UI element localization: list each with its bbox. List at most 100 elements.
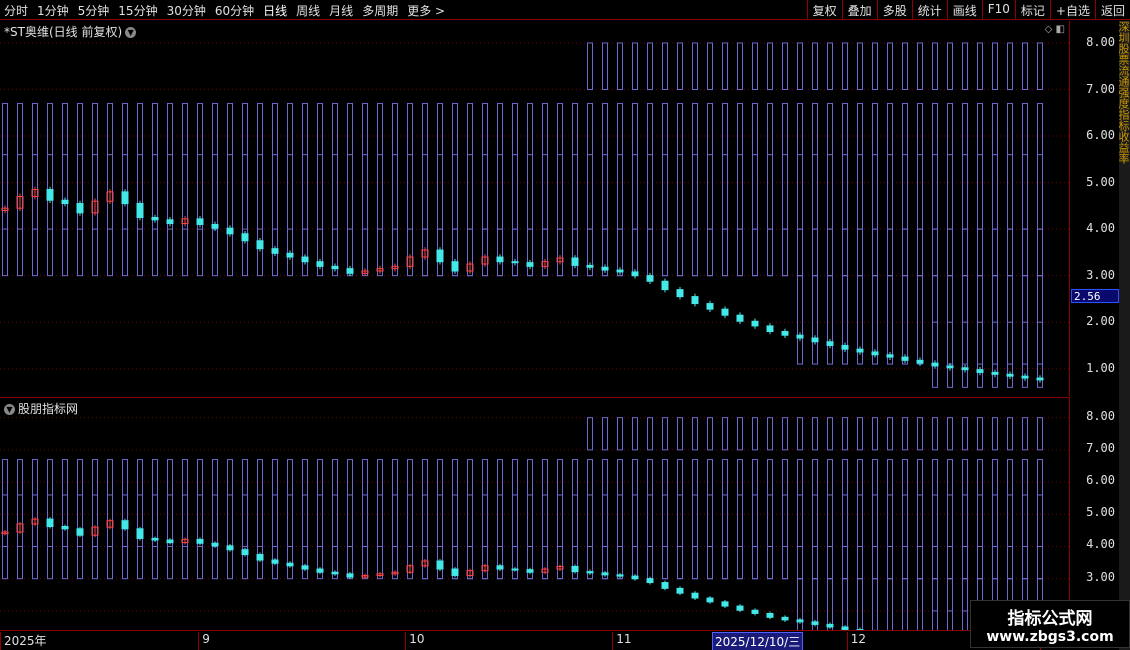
candle-body <box>751 609 759 614</box>
band-bar <box>977 494 983 547</box>
band-bar <box>812 417 818 451</box>
toolbar-button[interactable]: F10 <box>981 0 1015 20</box>
band-bar <box>1007 102 1013 277</box>
y-tick-label: 7.00 <box>1086 81 1115 96</box>
band-bar <box>77 494 83 547</box>
candle-body <box>136 203 144 218</box>
candle-body <box>451 568 459 576</box>
toolbar-button[interactable]: 复权 <box>806 0 842 20</box>
band-bar <box>332 494 338 547</box>
candle-body <box>766 325 774 332</box>
band-bar <box>872 545 878 580</box>
band-bar <box>797 42 803 90</box>
period-tab[interactable]: 60分钟 <box>215 4 254 18</box>
candle-body <box>706 303 714 310</box>
toolbar-button[interactable]: 多股 <box>876 0 912 20</box>
period-tab[interactable]: 日线 <box>263 4 287 18</box>
band-bar <box>662 102 668 277</box>
band-bar <box>332 154 338 230</box>
band-bar <box>917 154 923 230</box>
band-bar <box>842 459 848 580</box>
band-bar <box>257 154 263 230</box>
band-bar <box>62 154 68 230</box>
band-bar <box>647 154 653 230</box>
candle-body <box>436 560 444 570</box>
band-bar <box>887 275 893 365</box>
band-bar <box>902 417 908 451</box>
band-bar <box>407 154 413 230</box>
stock-title: *ST奥维(日线 前复权) <box>4 25 123 39</box>
candle-body <box>286 252 294 258</box>
band-bar <box>842 545 848 580</box>
band-bar <box>287 154 293 230</box>
period-tab[interactable]: 15分钟 <box>118 4 157 18</box>
toolbar-button[interactable]: 统计 <box>911 0 947 20</box>
band-bar <box>827 154 833 230</box>
diamond-icon[interactable]: ◇ <box>1045 24 1053 35</box>
period-tab[interactable]: 分时 <box>4 4 28 18</box>
band-bar <box>932 102 938 277</box>
band-bar <box>722 154 728 230</box>
candle-body <box>721 601 729 607</box>
candle-body <box>841 344 849 350</box>
band-bar <box>347 102 353 277</box>
period-tab[interactable]: 1分钟 <box>37 4 69 18</box>
indicator-chart[interactable] <box>0 398 1070 631</box>
toolbar-button[interactable]: 叠加 <box>841 0 877 20</box>
indicator-name: 股朋指标网 <box>18 402 79 416</box>
toolbar-button[interactable]: 画线 <box>946 0 982 20</box>
period-tab[interactable]: 5分钟 <box>78 4 110 18</box>
dropdown-icon[interactable]: ▼ <box>125 27 137 38</box>
band-bar <box>587 459 593 580</box>
band-bar <box>797 275 803 365</box>
candle-body <box>751 320 759 327</box>
period-tab[interactable]: 月线 <box>329 4 353 18</box>
band-bar <box>902 459 908 580</box>
band-bar <box>887 228 893 277</box>
band-bar <box>722 494 728 547</box>
y-tick-label: 1.00 <box>1086 360 1115 375</box>
band-bar <box>857 102 863 277</box>
period-tab[interactable]: 更多 > <box>407 4 445 18</box>
band-bar <box>932 42 938 90</box>
candle-body <box>301 565 309 570</box>
band-bar <box>572 494 578 547</box>
band-bar <box>1007 459 1013 580</box>
band-bar <box>437 494 443 547</box>
band-bar <box>902 102 908 277</box>
band-bar <box>92 154 98 230</box>
band-bar <box>962 610 968 631</box>
toolbar-button[interactable]: 标记 <box>1014 0 1050 20</box>
band-bar <box>602 154 608 230</box>
band-bar <box>1007 275 1013 365</box>
candle-body <box>616 574 624 577</box>
candle-body <box>916 359 924 364</box>
candle-body <box>796 334 804 339</box>
candle-body <box>316 568 324 573</box>
indicator-panel[interactable]: ▼ 股朋指标网 <box>0 397 1070 631</box>
dropdown-icon[interactable]: ▼ <box>4 404 15 415</box>
period-tab[interactable]: 30分钟 <box>167 4 206 18</box>
band-bar <box>677 417 683 451</box>
panel-toggle-icon[interactable]: ◧ <box>1056 24 1065 35</box>
band-bar <box>152 459 158 580</box>
band-bar <box>512 228 518 277</box>
band-bar <box>557 545 563 580</box>
band-bar <box>947 610 953 631</box>
band-bar <box>62 459 68 580</box>
period-tab[interactable]: 周线 <box>296 4 320 18</box>
band-bar <box>422 494 428 547</box>
band-bar <box>992 494 998 547</box>
main-chart-panel[interactable]: *ST奥维(日线 前复权) ▼ ◇ ◧ <box>0 21 1070 396</box>
toolbar-button[interactable]: 返回 <box>1094 0 1130 20</box>
period-tab[interactable]: 多周期 <box>362 4 398 18</box>
candlestick-chart[interactable] <box>0 21 1070 396</box>
candle-body <box>256 240 264 250</box>
band-bar <box>17 154 23 230</box>
current-price-marker: 2.56 <box>1071 289 1119 304</box>
toolbar-button[interactable]: +自选 <box>1049 0 1095 20</box>
band-bar <box>782 459 788 580</box>
band-bar <box>662 545 668 580</box>
band-bar <box>707 494 713 547</box>
band-bar <box>467 154 473 230</box>
